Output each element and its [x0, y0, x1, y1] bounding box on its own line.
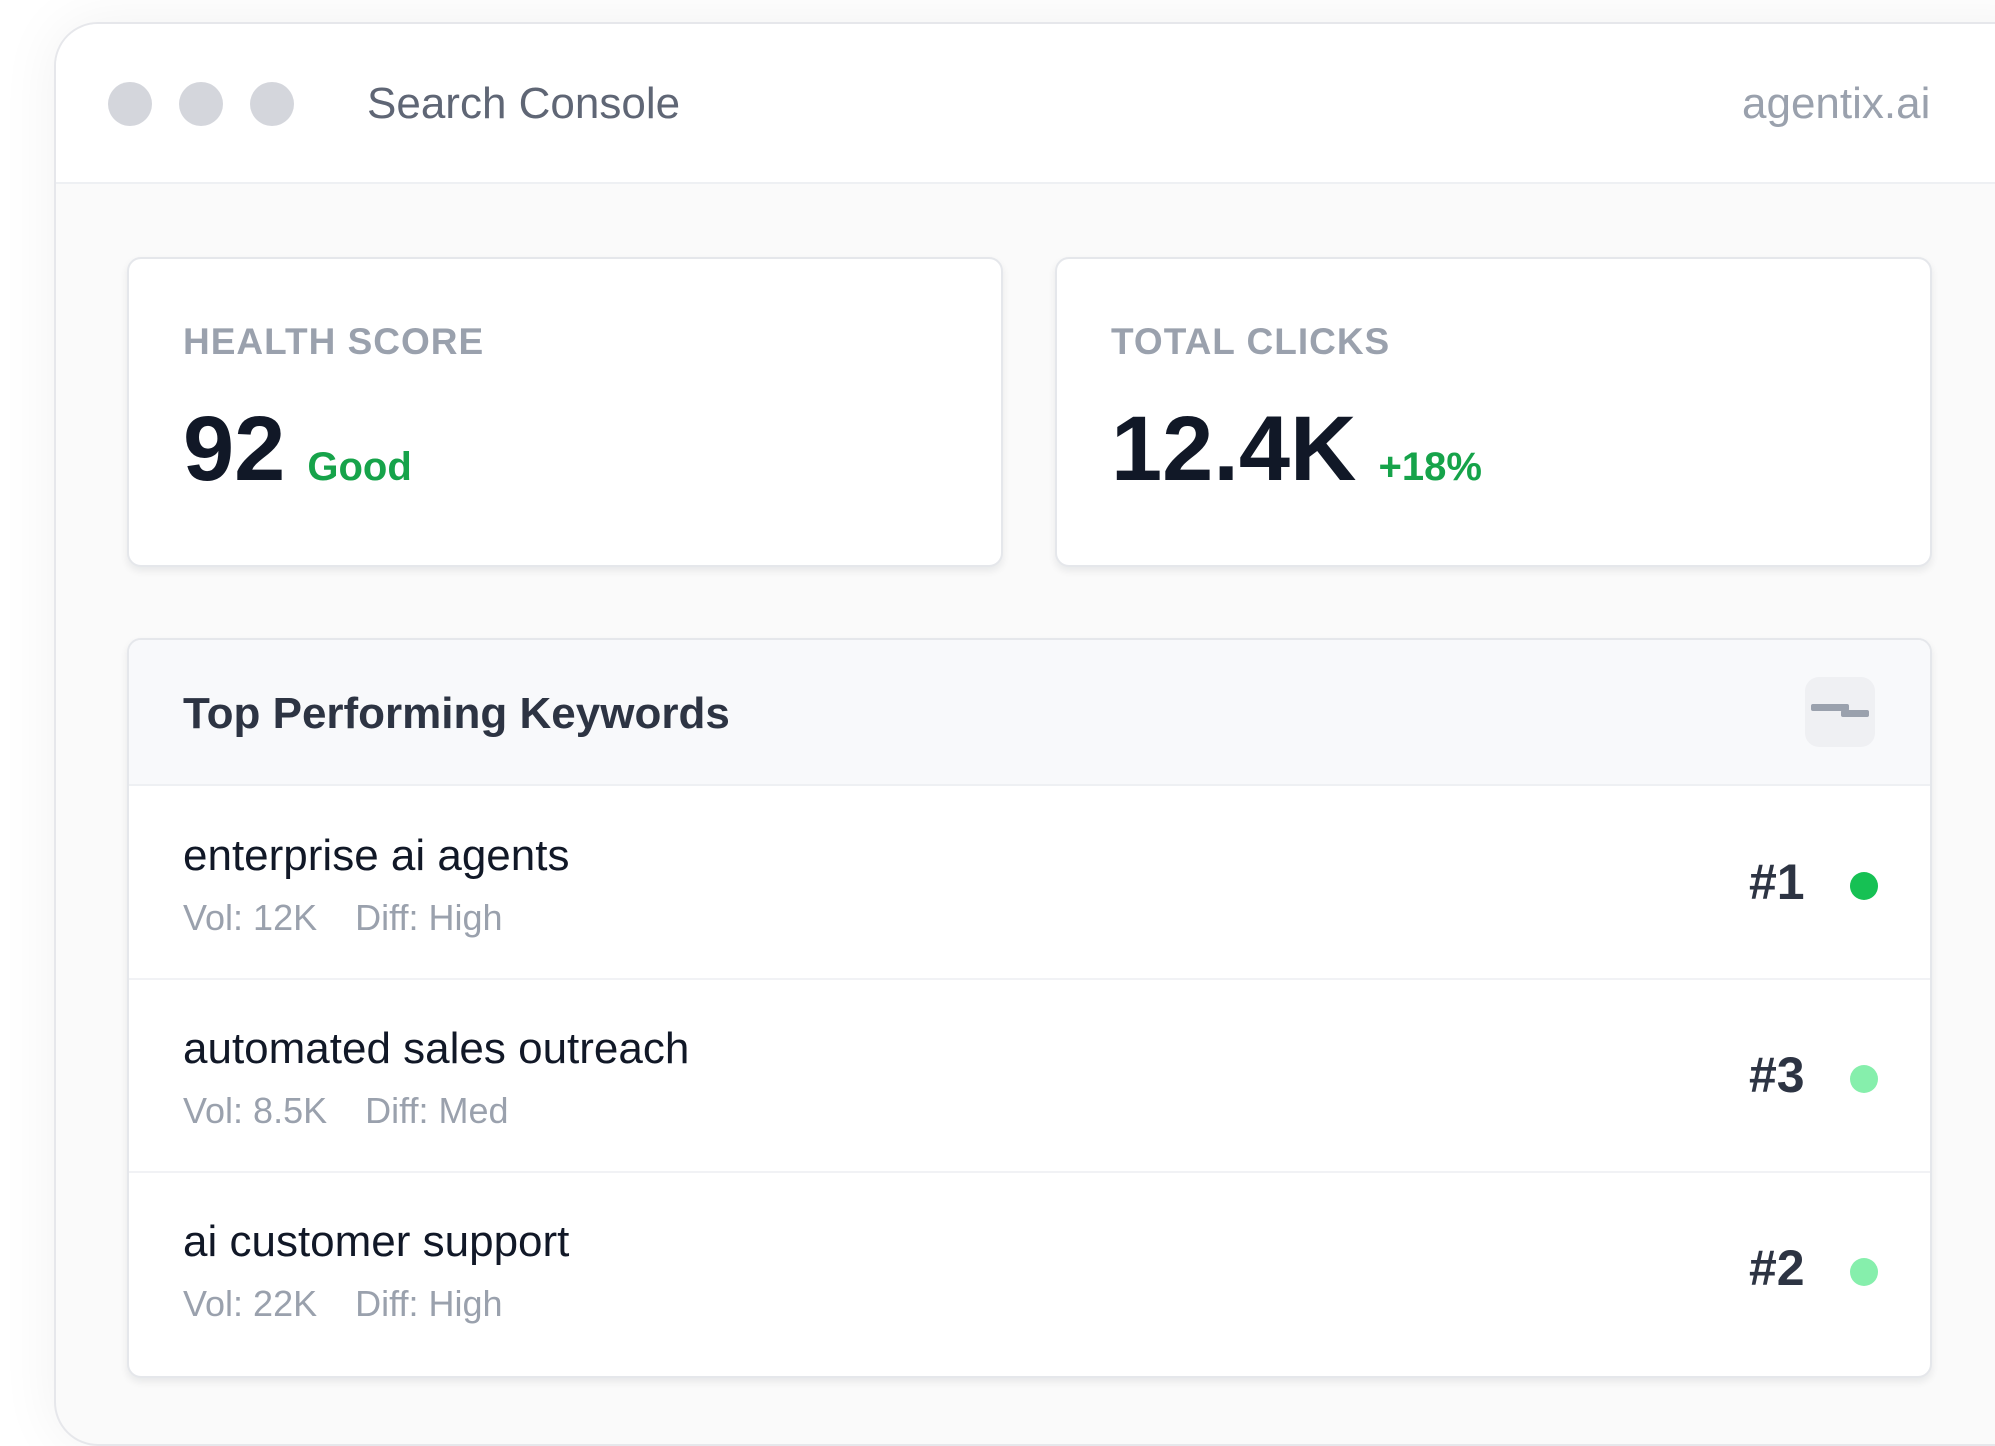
keyword-name: automated sales outreach	[183, 1024, 690, 1073]
toggle-icon-bar	[1841, 710, 1869, 717]
status-dot-icon	[1850, 1258, 1878, 1286]
trend-badge: +18%	[1378, 445, 1482, 489]
keyword-meta: Vol: 8.5K Diff: Med	[183, 1089, 509, 1133]
keyword-name: enterprise ai agents	[183, 831, 570, 880]
stat-value-row: 92 Good	[183, 399, 412, 499]
app-window: Search Console agentix.ai HEALTH SCORE 9…	[54, 22, 1995, 1446]
status-dot-icon	[1850, 872, 1878, 900]
window-minimize-button[interactable]	[179, 82, 223, 126]
window-domain: agentix.ai	[1742, 79, 1931, 128]
keyword-volume: Vol: 12K	[183, 897, 318, 938]
keyword-difficulty: Diff: High	[355, 897, 503, 938]
keywords-header: Top Performing Keywords	[129, 640, 1930, 786]
keywords-title: Top Performing Keywords	[183, 689, 730, 738]
stat-label: HEALTH SCORE	[183, 321, 485, 362]
keyword-rank: #1	[1749, 854, 1805, 910]
status-dot-icon	[1850, 1065, 1878, 1093]
keyword-rank: #3	[1749, 1047, 1805, 1103]
window-close-button[interactable]	[108, 82, 152, 126]
total-clicks-card: TOTAL CLICKS 12.4K +18%	[1055, 257, 1932, 567]
health-score-card: HEALTH SCORE 92 Good	[127, 257, 1003, 567]
keyword-rank: #2	[1749, 1240, 1805, 1296]
keyword-meta: Vol: 12K Diff: High	[183, 896, 503, 940]
stat-value: 12.4K	[1111, 398, 1357, 500]
keyword-meta: Vol: 22K Diff: High	[183, 1282, 503, 1326]
keyword-difficulty: Diff: High	[355, 1283, 503, 1324]
stat-value-row: 12.4K +18%	[1111, 399, 1482, 499]
window-titlebar: Search Console agentix.ai	[56, 24, 1995, 184]
status-badge: Good	[307, 445, 412, 489]
table-row[interactable]: ai customer support Vol: 22K Diff: High #…	[129, 1172, 1930, 1364]
keyword-name: ai customer support	[183, 1217, 570, 1266]
keyword-volume: Vol: 8.5K	[183, 1090, 328, 1131]
keywords-card: Top Performing Keywords enterprise ai ag…	[127, 638, 1932, 1378]
stat-label: TOTAL CLICKS	[1111, 321, 1391, 362]
table-row[interactable]: enterprise ai agents Vol: 12K Diff: High …	[129, 786, 1930, 980]
window-maximize-button[interactable]	[250, 82, 294, 126]
table-row[interactable]: automated sales outreach Vol: 8.5K Diff: …	[129, 979, 1930, 1173]
keyword-difficulty: Diff: Med	[365, 1090, 509, 1131]
toggle-icon[interactable]	[1805, 677, 1875, 747]
stat-value: 92	[183, 398, 286, 500]
window-title: Search Console	[367, 79, 681, 128]
keyword-volume: Vol: 22K	[183, 1283, 318, 1324]
